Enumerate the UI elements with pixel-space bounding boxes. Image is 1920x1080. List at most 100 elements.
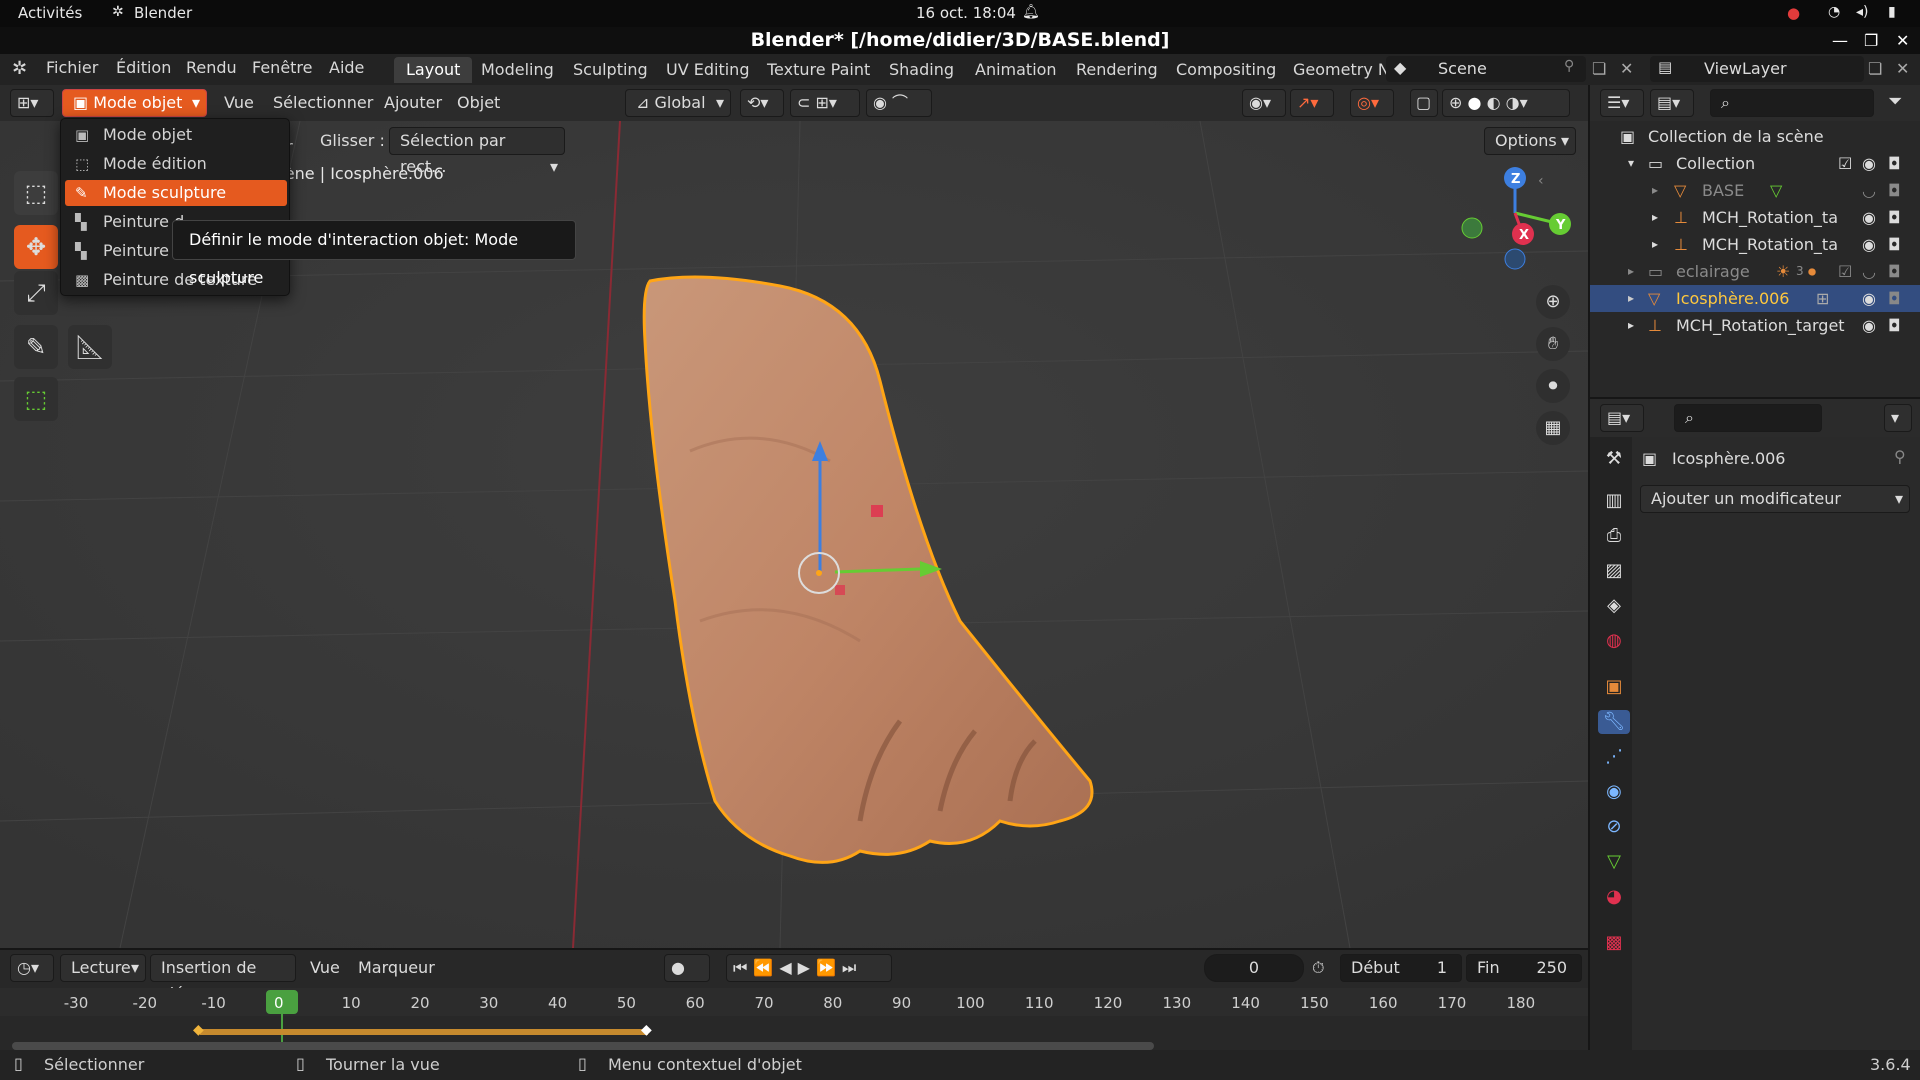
navigation-gizmo[interactable]: Z Y X	[1450, 161, 1580, 271]
view-layer-tab-icon[interactable]: ▨	[1602, 559, 1626, 583]
tab-modeling[interactable]: Modeling	[469, 57, 566, 83]
timeline-view-menu[interactable]: Vue	[310, 958, 340, 977]
transform-orientation-dropdown[interactable]: ⊿ Global ▾	[625, 89, 731, 117]
hand-pan-icon[interactable]: ✋︎	[1536, 327, 1570, 361]
measure-tool[interactable]: 📐︎	[68, 325, 112, 369]
solid-shading-icon[interactable]: ●	[1468, 93, 1482, 112]
chevron-down-icon[interactable]: ▾	[1520, 93, 1528, 112]
tab-sculpting[interactable]: Sculpting	[561, 57, 660, 83]
pin-icon[interactable]: ⚲	[1564, 58, 1574, 74]
record-button[interactable]: ● ○	[664, 954, 710, 1003]
outliner-row-scene-collection[interactable]: ▣ Collection de la scène	[1590, 123, 1920, 150]
eye-icon[interactable]: ◉	[1862, 204, 1876, 231]
end-frame-field[interactable]: Fin 250	[1466, 954, 1582, 982]
tab-compositing[interactable]: Compositing	[1164, 57, 1288, 83]
scene-tab-icon[interactable]: ◈	[1602, 594, 1626, 618]
collapse-sidebar-icon[interactable]: ‹	[1538, 173, 1544, 189]
material-tab-icon[interactable]: ◕	[1602, 885, 1626, 909]
rendered-shading-icon[interactable]: ◑	[1506, 93, 1520, 112]
eye-icon[interactable]: ◉	[1862, 312, 1876, 339]
particles-tab-icon[interactable]: ⋰	[1602, 745, 1626, 769]
view-menu[interactable]: Vue	[224, 93, 254, 112]
add-cube-tool[interactable]: ⬚	[14, 377, 58, 421]
pin-icon[interactable]: ⚲	[1894, 447, 1906, 466]
menu-item-edit-mode[interactable]: ⬚ Mode édition	[65, 151, 287, 177]
camera-render-icon[interactable]: ◘	[1888, 204, 1901, 231]
menu-edit[interactable]: Édition	[116, 58, 171, 77]
tool-tab-icon[interactable]: ⚒	[1602, 447, 1626, 471]
wifi-icon[interactable]: ◔	[1828, 4, 1840, 20]
marker-menu[interactable]: Marqueur	[358, 958, 435, 977]
object-menu[interactable]: Objet	[457, 93, 500, 112]
menu-file[interactable]: Fichier	[46, 58, 98, 77]
expand-arrow-icon[interactable]: ▸	[1652, 231, 1658, 258]
tab-rendering[interactable]: Rendering	[1064, 57, 1170, 83]
delete-scene-icon[interactable]: ✕	[1620, 59, 1633, 78]
menu-window[interactable]: Fenêtre	[252, 58, 313, 77]
wireframe-shading-icon[interactable]: ⊕	[1449, 93, 1462, 112]
constraints-tab-icon[interactable]: ⊘	[1602, 815, 1626, 839]
current-frame-field[interactable]: 0	[1204, 954, 1304, 982]
minimize-icon[interactable]: —	[1832, 27, 1848, 54]
add-menu[interactable]: Ajouter	[384, 93, 442, 112]
output-tab-icon[interactable]: ⎙	[1602, 524, 1626, 548]
expand-arrow-icon[interactable]: ▸	[1628, 285, 1634, 312]
outliner-row-eclairage[interactable]: ▸ ▭ eclairage ☀ 3 ⏺ ☑ ◡ ◘	[1590, 258, 1920, 285]
stopwatch-icon[interactable]: ⏱	[1312, 958, 1324, 978]
expand-arrow-icon[interactable]: ▸	[1652, 177, 1658, 204]
shading-buttons[interactable]: ⊕ ● ◐ ◑▾	[1442, 89, 1570, 117]
camera-render-icon[interactable]: ◘	[1888, 231, 1901, 258]
outliner-row-collection[interactable]: ▾ ▭ Collection ☑ ◉ ◘	[1590, 150, 1920, 177]
expand-arrow-icon[interactable]: ▸	[1652, 204, 1658, 231]
checkbox-icon[interactable]: ☑	[1838, 150, 1852, 177]
pivot-point-button[interactable]: ⟲▾	[740, 89, 784, 117]
camera-icon[interactable]: ⏺	[1536, 369, 1570, 403]
properties-search-input[interactable]: ⌕	[1674, 404, 1822, 432]
jump-end-icon[interactable]: ⏭	[842, 958, 862, 977]
camera-render-icon[interactable]: ◘	[1888, 285, 1901, 312]
properties-editor-type[interactable]: ▤▾	[1600, 404, 1644, 432]
menu-render[interactable]: Rendu	[186, 58, 237, 77]
texture-tab-icon[interactable]: ▩	[1602, 931, 1626, 955]
object-tab-icon[interactable]: ▣	[1602, 675, 1626, 699]
render-tab-icon[interactable]: ▥	[1602, 489, 1626, 513]
scale-tool[interactable]: ⤢	[14, 271, 58, 315]
gizmo-button[interactable]: ↗▾	[1290, 89, 1334, 117]
camera-render-icon[interactable]: ◘	[1888, 150, 1901, 177]
camera-render-icon[interactable]: ◘	[1888, 258, 1901, 285]
clock[interactable]: 16 oct. 18:04	[916, 4, 1016, 22]
volume-icon[interactable]: ◂)	[1856, 4, 1869, 20]
app-name[interactable]: Blender	[134, 4, 192, 22]
checkbox-icon[interactable]: ☑	[1838, 258, 1852, 285]
tab-texture-paint[interactable]: Texture Paint	[755, 57, 882, 83]
camera-render-icon[interactable]: ◘	[1888, 177, 1901, 204]
material-shading-icon[interactable]: ◐	[1487, 93, 1501, 112]
play-reverse-icon[interactable]: ◀	[779, 958, 797, 977]
playback-dropdown[interactable]: Lecture ▾	[60, 954, 146, 982]
editor-type-button[interactable]: ⊞▾	[10, 89, 54, 117]
outliner-row-base[interactable]: ▸ ▽ BASE ▽ ◡ ◘	[1590, 177, 1920, 204]
eye-icon[interactable]: ◉	[1862, 231, 1876, 258]
tab-geometry-nodes[interactable]: Geometry N	[1281, 57, 1402, 83]
next-keyframe-icon[interactable]: ⏩	[816, 958, 842, 977]
snap-button[interactable]: ⊂ ⊞▾	[790, 89, 860, 117]
overlay-button[interactable]: ◎▾	[1350, 89, 1394, 117]
scene-selector[interactable]: ◆ Scene ⚲	[1386, 56, 1586, 82]
tab-uv-editing[interactable]: UV Editing	[654, 57, 761, 83]
gizmo-neg-y-ball[interactable]	[1461, 217, 1483, 239]
physics-tab-icon[interactable]: ◉	[1602, 780, 1626, 804]
camera-render-icon[interactable]: ◘	[1888, 312, 1901, 339]
timeline-editor-type[interactable]: ◷▾	[10, 954, 54, 982]
gizmo-xz-plane[interactable]	[835, 585, 845, 595]
jump-start-icon[interactable]: ⏮	[733, 958, 753, 977]
play-icon[interactable]: ▶	[798, 958, 816, 977]
data-tab-icon[interactable]: ▽	[1602, 850, 1626, 874]
viewlayer-selector[interactable]: ▤ ViewLayer	[1650, 56, 1864, 82]
maximize-icon[interactable]: ❐	[1864, 27, 1878, 54]
menu-help[interactable]: Aide	[329, 58, 364, 77]
prev-keyframe-icon[interactable]: ⏪	[753, 958, 779, 977]
drag-selection-dropdown[interactable]: Sélection par rect... ▾	[389, 127, 565, 176]
start-frame-field[interactable]: Début 1	[1340, 954, 1462, 982]
battery-icon[interactable]: ▮	[1888, 4, 1896, 20]
new-viewlayer-icon[interactable]: ❏	[1868, 59, 1882, 78]
